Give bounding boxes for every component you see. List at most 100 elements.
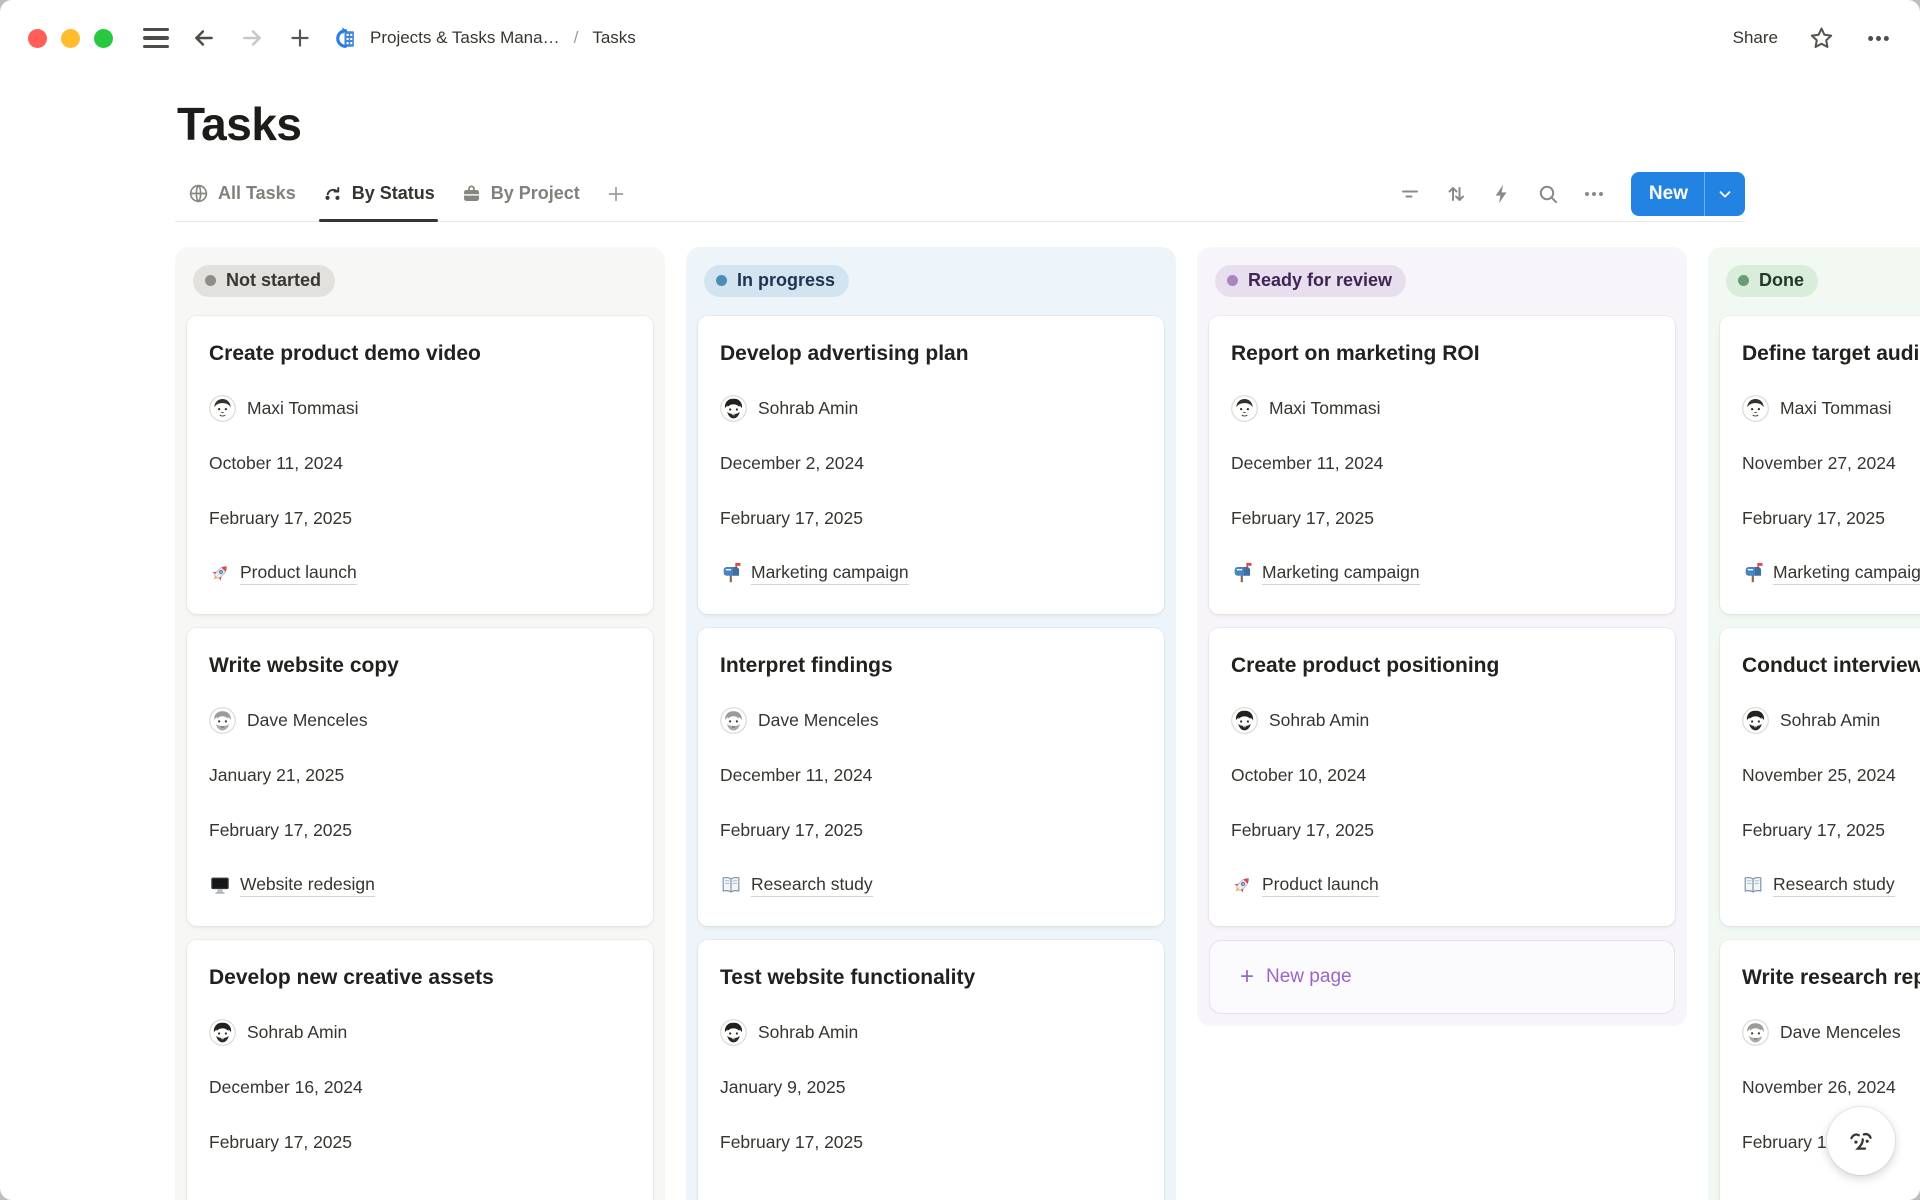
column-status-pill[interactable]: In progress [704,265,849,297]
task-card[interactable]: Interpret findingsDave MencelesDecember … [698,628,1164,926]
minimize-window-button[interactable] [61,29,80,48]
project-link[interactable]: Marketing campaign [751,562,909,585]
avatar [209,1019,236,1046]
task-title: Write website copy [209,652,631,679]
filter-button[interactable] [1391,175,1429,213]
plus-icon [287,25,313,51]
column-status-pill[interactable]: Done [1726,265,1818,297]
due-date: February 17, 2025 [209,816,631,844]
close-window-button[interactable] [28,29,47,48]
assignee-name: Dave Menceles [1780,1022,1901,1043]
project-link[interactable]: Research study [1773,874,1895,897]
hamburger-icon [143,28,169,48]
breadcrumb: Projects & Tasks Mana… / Tasks [331,25,636,52]
new-tab-button[interactable] [283,21,317,55]
sidebar-toggle-button[interactable] [139,21,173,55]
task-card[interactable]: Report on marketing ROIMaxi TommasiDecem… [1209,316,1675,614]
project-link[interactable]: Website redesign [240,874,375,897]
ai-assistant-button[interactable] [1827,1107,1895,1175]
assignee-name: Sohrab Amin [247,1022,347,1043]
task-title: Develop new creative assets [209,964,631,991]
assignee-row: Maxi Tommasi [209,394,631,422]
desktop-icon [209,874,231,896]
tab-all-tasks[interactable]: All Tasks [175,166,309,221]
column-cards: Develop advertising planSohrab AminDecem… [698,316,1164,1200]
rocket-icon [209,562,231,584]
start-date: November 27, 2024 [1742,449,1920,477]
window-controls [28,29,113,48]
task-card[interactable]: Test website functionalitySohrab AminJan… [698,940,1164,1200]
automation-button[interactable] [1483,175,1521,213]
forward-button[interactable] [235,21,269,55]
status-dot-icon [1227,275,1238,286]
project-row: Website redesign [209,871,631,899]
column-cards: Define target audienceMaxi TommasiNovemb… [1720,316,1920,1200]
plus-icon [605,183,627,205]
task-title: Create product positioning [1231,652,1653,679]
assignee-name: Sohrab Amin [1269,710,1369,731]
status-loop-icon [322,183,343,204]
back-button[interactable] [187,21,221,55]
back-arrow-icon [191,25,217,51]
tab-by-project[interactable]: By Project [448,166,593,221]
board-column-done: Done Define target audienceMaxi TommasiNo… [1708,247,1920,1200]
task-card[interactable]: Develop new creative assetsSohrab AminDe… [187,940,653,1200]
task-card[interactable]: Conduct interviewsSohrab AminNovember 25… [1720,628,1920,926]
status-dot-icon [1738,275,1749,286]
project-row: Marketing campaign [720,559,1142,587]
view-options-button[interactable] [1575,175,1613,213]
task-card[interactable]: Write website copyDave MencelesJanuary 2… [187,628,653,926]
star-icon[interactable] [1808,25,1835,52]
project-row: Research study [1742,871,1920,899]
board-column-in-progress: In progress Develop advertising planSohra… [686,247,1176,1200]
sort-button[interactable] [1437,175,1475,213]
due-date: February 17, 2025 [1742,504,1920,532]
start-date: December 11, 2024 [720,761,1142,789]
assignee-row: Sohrab Amin [209,1018,631,1046]
breadcrumb-root[interactable]: Projects & Tasks Mana… [370,28,560,48]
tab-by-status[interactable]: By Status [309,166,448,221]
assignee-name: Dave Menceles [247,710,368,731]
search-button[interactable] [1529,175,1567,213]
assignee-row: Sohrab Amin [720,394,1142,422]
due-date: February 17, 2025 [720,816,1142,844]
task-card[interactable]: Develop advertising planSohrab AminDecem… [698,316,1164,614]
due-date: February 17, 2025 [720,1128,1142,1156]
task-card[interactable]: Create product positioningSohrab AminOct… [1209,628,1675,926]
column-status-pill[interactable]: Ready for review [1215,265,1406,297]
mailbox-icon [720,562,742,584]
task-card[interactable]: Define target audienceMaxi TommasiNovemb… [1720,316,1920,614]
tab-label: By Project [491,183,580,204]
view-tabs: All Tasks By Status By Project [175,166,639,221]
avatar [209,395,236,422]
project-link[interactable]: Research study [751,874,873,897]
task-card[interactable]: Create product demo videoMaxi TommasiOct… [187,316,653,614]
breadcrumb-current[interactable]: Tasks [592,28,635,48]
mailbox-icon [1231,562,1253,584]
assignee-row: Dave Menceles [720,706,1142,734]
new-page-button[interactable]: +New page [1209,940,1675,1014]
due-date: February 17, 2025 [720,504,1142,532]
status-label: In progress [737,270,835,291]
workspace-icon [331,25,358,52]
status-label: Not started [226,270,321,291]
task-title: Create product demo video [209,340,631,367]
column-status-pill[interactable]: Not started [193,265,335,297]
more-icon[interactable] [1865,25,1892,52]
assignee-name: Sohrab Amin [758,398,858,419]
new-button[interactable]: New [1631,172,1745,216]
task-title: Conduct interviews [1742,652,1920,679]
avatar [1231,395,1258,422]
project-link[interactable]: Product launch [1262,874,1379,897]
start-date: January 9, 2025 [720,1073,1142,1101]
project-link[interactable]: Marketing campaign [1262,562,1420,585]
chevron-down-icon[interactable] [1705,185,1745,203]
zoom-window-button[interactable] [94,29,113,48]
project-link[interactable]: Marketing campaign [1773,562,1920,585]
view-header: All Tasks By Status By Project [175,166,1745,222]
task-card[interactable]: Write research reportDave MencelesNovemb… [1720,940,1920,1200]
avatar [720,1019,747,1046]
add-view-button[interactable] [593,183,639,205]
share-button[interactable]: Share [1733,28,1778,48]
project-link[interactable]: Product launch [240,562,357,585]
